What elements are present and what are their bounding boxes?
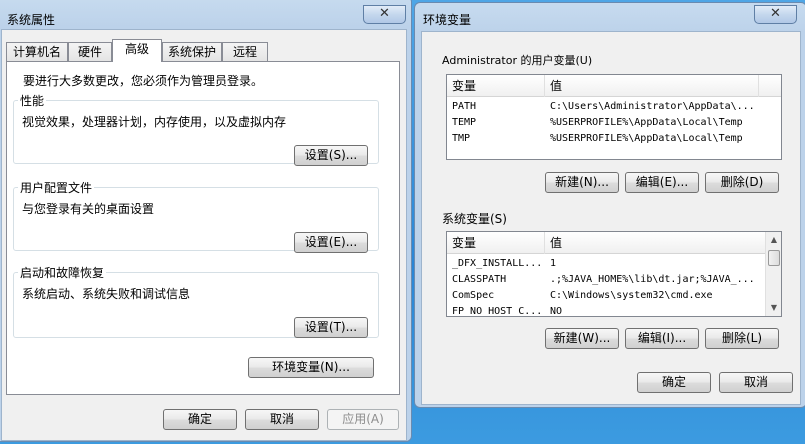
variable-name: ComSpec (452, 290, 495, 301)
user-edit-button[interactable]: 编辑(E)... (625, 172, 699, 193)
scroll-thumb[interactable] (768, 250, 780, 266)
user-list-header: 变量 值 (447, 75, 781, 97)
performance-settings-button[interactable]: 设置(S)... (294, 145, 368, 166)
startup-recovery-label: 启动和故障恢复 (18, 264, 107, 281)
column-header-variable[interactable]: 变量 (447, 75, 545, 97)
user-variables-list[interactable]: 变量 值 PATH C:\Users\Administrator\AppData… (446, 74, 782, 160)
tab-remote[interactable]: 远程 (222, 42, 268, 61)
apply-button[interactable]: 应用(A) (327, 409, 399, 430)
scroll-down-arrow-icon[interactable]: ▼ (766, 300, 782, 316)
tab-hardware[interactable]: 硬件 (68, 42, 112, 61)
startup-recovery-description: 系统启动、系统失败和调试信息 (22, 287, 191, 301)
dialog-body: Administrator 的用户变量(U) 变量 值 PATH C:\User… (421, 31, 801, 405)
variable-value: %USERPROFILE%\AppData\Local\Temp (550, 133, 743, 144)
ok-button[interactable]: 确定 (163, 409, 237, 430)
list-item[interactable]: TEMP %USERPROFILE%\AppData\Local\Temp (447, 115, 781, 131)
performance-description: 视觉效果，处理器计划，内存使用，以及虚拟内存 (22, 115, 287, 129)
user-profiles-group: 用户配置文件 与您登录有关的桌面设置 设置(E)... (13, 179, 379, 253)
system-new-button[interactable]: 新建(W)... (545, 328, 619, 349)
variable-name: TEMP (452, 117, 477, 128)
column-header-value[interactable]: 值 (545, 75, 759, 97)
list-item[interactable]: FP_NO_HOST_C... NO (447, 304, 765, 316)
variable-name: PATH (452, 101, 477, 112)
admin-notice: 要进行大多数更改，您必须作为管理员登录。 (23, 74, 264, 88)
window-title: 环境变量 (423, 13, 472, 27)
startup-recovery-group: 启动和故障恢复 系统启动、系统失败和调试信息 设置(T)... (13, 264, 379, 338)
performance-label: 性能 (18, 92, 47, 109)
variable-name: _DFX_INSTALL... (452, 258, 543, 269)
user-profiles-description: 与您登录有关的桌面设置 (22, 202, 155, 216)
list-item[interactable]: _DFX_INSTALL... 1 (447, 256, 765, 272)
variable-value: 1 (550, 258, 557, 269)
window-title: 系统属性 (7, 13, 56, 27)
variable-name: TMP (452, 133, 471, 144)
tab-computer-name[interactable]: 计算机名 (6, 42, 68, 61)
system-list-scrollbar[interactable]: ▲ ▼ (765, 232, 781, 316)
environment-variables-window: 环境变量 ✕ Administrator 的用户变量(U) 变量 值 PATH … (414, 2, 805, 408)
system-delete-button[interactable]: 删除(L) (705, 328, 779, 349)
system-edit-button[interactable]: 编辑(I)... (625, 328, 699, 349)
variable-value: C:\Windows\system32\cmd.exe (550, 290, 713, 301)
cancel-button[interactable]: 取消 (245, 409, 319, 430)
list-item[interactable]: PATH C:\Users\Administrator\AppData\... (447, 99, 781, 115)
system-list-header: 变量 值 (447, 232, 765, 254)
user-delete-button[interactable]: 删除(D) (705, 172, 779, 193)
environment-variables-button[interactable]: 环境变量(N)... (248, 357, 374, 378)
performance-group: 性能 视觉效果，处理器计划，内存使用，以及虚拟内存 设置(S)... (13, 92, 379, 166)
startup-recovery-settings-button[interactable]: 设置(T)... (294, 317, 368, 338)
user-variables-label: Administrator 的用户变量(U) (442, 54, 593, 67)
close-icon: ✕ (770, 6, 781, 21)
variable-name: CLASSPATH (452, 274, 507, 285)
tab-advanced[interactable]: 高级 (112, 39, 162, 62)
system-variables-list[interactable]: 变量 值 _DFX_INSTALL... 1 CLASSPATH .;%JAVA… (446, 231, 782, 317)
system-properties-window: 系统属性 ✕ 计算机名 硬件 高级 系统保护 远程 要进行大多数更改，您必须作为… (0, 0, 412, 442)
column-header-value[interactable]: 值 (545, 232, 765, 254)
variable-name: FP_NO_HOST_C... (452, 306, 543, 316)
variable-value: C:\Users\Administrator\AppData\... (550, 101, 755, 112)
dialog-body: 计算机名 硬件 高级 系统保护 远程 要进行大多数更改，您必须作为管理员登录。 … (1, 29, 407, 441)
variable-value: .;%JAVA_HOME%\lib\dt.jar;%JAVA_... (550, 274, 755, 285)
close-button[interactable]: ✕ (754, 5, 797, 24)
tab-system-protection[interactable]: 系统保护 (162, 42, 222, 61)
user-profiles-label: 用户配置文件 (18, 179, 95, 196)
user-new-button[interactable]: 新建(N)... (545, 172, 619, 193)
user-profiles-settings-button[interactable]: 设置(E)... (294, 232, 368, 253)
ok-button[interactable]: 确定 (637, 372, 711, 393)
column-header-variable[interactable]: 变量 (447, 232, 545, 254)
cancel-button[interactable]: 取消 (719, 372, 793, 393)
variable-value: NO (550, 306, 563, 316)
system-variables-label: 系统变量(S) (442, 212, 507, 226)
list-item[interactable]: ComSpec C:\Windows\system32\cmd.exe (447, 288, 765, 304)
scroll-up-arrow-icon[interactable]: ▲ (766, 232, 782, 248)
variable-value: %USERPROFILE%\AppData\Local\Temp (550, 117, 743, 128)
list-item[interactable]: TMP %USERPROFILE%\AppData\Local\Temp (447, 131, 781, 147)
close-icon: ✕ (379, 6, 390, 21)
list-item[interactable]: CLASSPATH .;%JAVA_HOME%\lib\dt.jar;%JAVA… (447, 272, 765, 288)
advanced-tab-panel: 要进行大多数更改，您必须作为管理员登录。 性能 视觉效果，处理器计划，内存使用，… (6, 61, 400, 395)
close-button[interactable]: ✕ (363, 5, 406, 24)
